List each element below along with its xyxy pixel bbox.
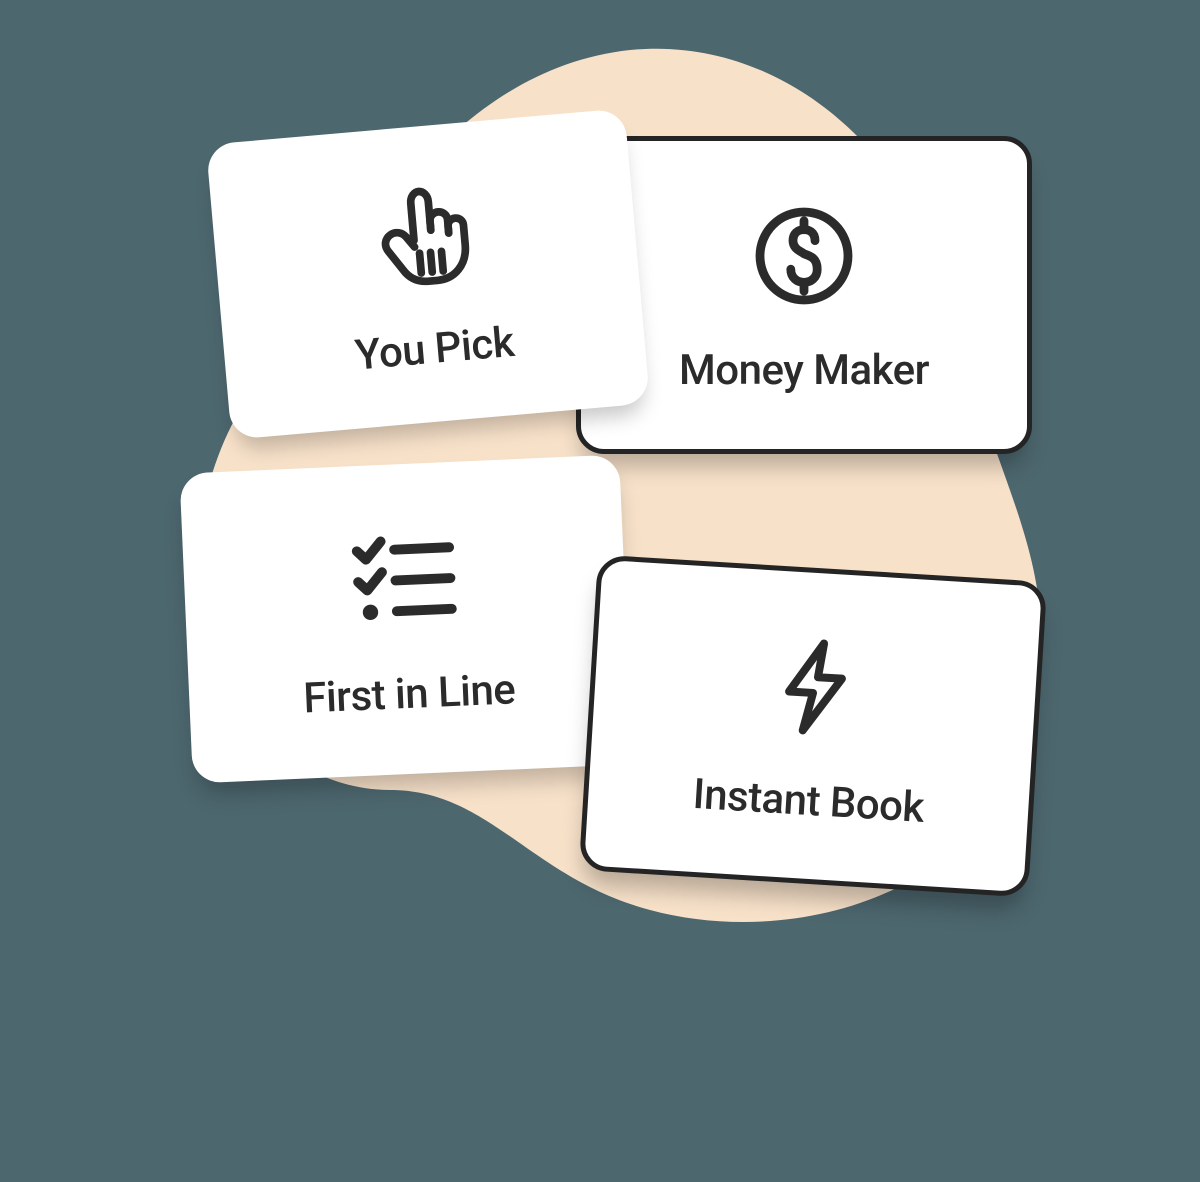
- card-you-pick[interactable]: You Pick: [206, 108, 650, 439]
- pointer-hand-icon: [360, 170, 490, 300]
- lightning-icon: [752, 623, 879, 750]
- card-label: First in Line: [302, 665, 516, 723]
- card-instant-book[interactable]: Instant Book: [579, 555, 1047, 898]
- card-label: Money Maker: [679, 346, 929, 395]
- card-label: Instant Book: [691, 769, 925, 832]
- checklist-icon: [342, 517, 467, 642]
- card-label: You Pick: [353, 317, 516, 380]
- card-first-in-line[interactable]: First in Line: [179, 455, 632, 784]
- card-money-maker[interactable]: Money Maker: [576, 136, 1032, 454]
- dollar-circle-icon: [744, 196, 864, 316]
- illustration-stage: Money Maker You Pick: [0, 0, 1200, 1182]
